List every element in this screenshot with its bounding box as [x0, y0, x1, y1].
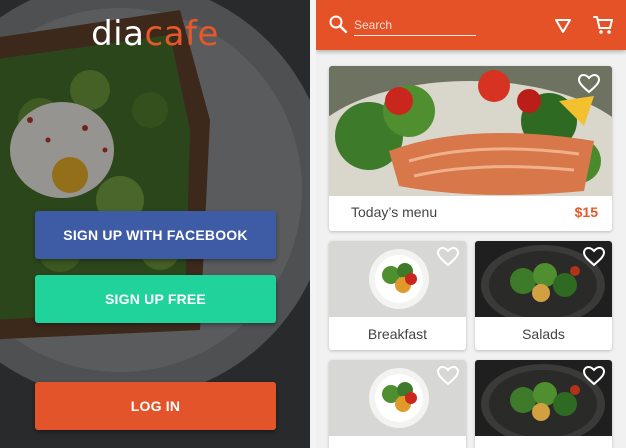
heart-icon[interactable]	[437, 366, 459, 386]
featured-menu-price: $15	[574, 204, 598, 220]
featured-menu-title: Today’s menu	[351, 204, 438, 220]
filter-icon[interactable]	[554, 17, 572, 35]
heart-icon[interactable]	[583, 247, 605, 267]
menu-screen: Today’s menu $15 Breakfast	[316, 0, 626, 448]
category-card[interactable]	[475, 360, 612, 448]
category-card-breakfast[interactable]: Breakfast	[329, 241, 466, 350]
heart-icon[interactable]	[583, 366, 605, 386]
heart-icon[interactable]	[578, 74, 600, 94]
brand-logo-part1: dia	[91, 14, 145, 54]
salmon-dish-photo	[329, 66, 612, 196]
category-card-salads[interactable]: Salads	[475, 241, 612, 350]
search-icon[interactable]	[328, 14, 348, 34]
category-label: Breakfast	[367, 326, 428, 342]
signup-free-button[interactable]: SIGN UP FREE	[35, 275, 276, 323]
category-label: Salads	[522, 326, 565, 342]
brand-logo: diacafe	[0, 14, 310, 54]
brand-logo-part2: cafe	[144, 14, 219, 54]
featured-menu-card[interactable]: Today’s menu $15	[329, 66, 612, 231]
cart-icon[interactable]	[592, 14, 614, 36]
app-bar	[316, 0, 626, 50]
search-input[interactable]	[354, 14, 476, 36]
category-card[interactable]	[329, 360, 466, 448]
signup-facebook-button[interactable]: SIGN UP WITH FACEBOOK	[35, 211, 276, 259]
heart-icon[interactable]	[437, 247, 459, 267]
login-button[interactable]: LOG IN	[35, 382, 276, 430]
signup-screen: diacafe SIGN UP WITH FACEBOOK SIGN UP FR…	[0, 0, 310, 448]
